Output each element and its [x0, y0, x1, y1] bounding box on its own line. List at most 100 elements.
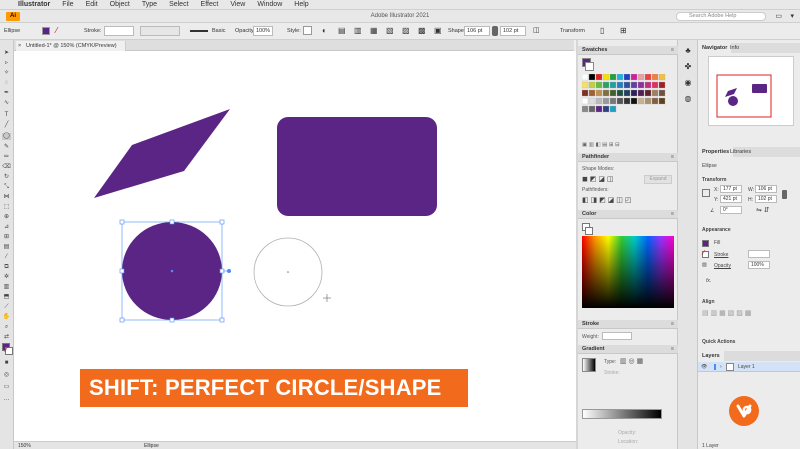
swatch-grid[interactable]: [582, 74, 674, 120]
curvature-tool-icon[interactable]: ∿: [2, 100, 11, 107]
fill-swatch[interactable]: [42, 27, 50, 35]
variable-width-field[interactable]: [140, 26, 180, 36]
magic-wand-tool-icon[interactable]: ✧: [2, 70, 11, 77]
live-shape-widget[interactable]: [227, 269, 231, 273]
close-icon[interactable]: ×: [18, 41, 21, 51]
panel-menu-icon[interactable]: ≡: [671, 153, 674, 162]
type-tool-icon[interactable]: T: [2, 112, 11, 119]
shape-builder-tool-icon[interactable]: ⊕: [2, 214, 11, 221]
swatch-active-stroke[interactable]: [585, 62, 594, 71]
appearance-stroke-label[interactable]: Stroke: [714, 252, 728, 258]
pencil-tool-icon[interactable]: ✏: [2, 154, 11, 161]
panel-menu-icon[interactable]: ≡: [671, 320, 674, 329]
draw-mode-icon[interactable]: ◎: [2, 372, 11, 379]
y-field[interactable]: 421 pt: [720, 195, 742, 203]
shape-width-field[interactable]: 106 pt: [464, 26, 490, 36]
pen-tool-icon[interactable]: ✒: [2, 90, 11, 97]
panel-menu-icon[interactable]: ≡: [671, 345, 674, 354]
zoom-level[interactable]: 150%: [18, 443, 31, 449]
menu-file[interactable]: File: [62, 1, 73, 8]
align-top-icon[interactable]: ▩: [418, 26, 426, 35]
flip-icons[interactable]: ⇋ ⇵: [756, 206, 770, 214]
color-mode-icon[interactable]: ■: [2, 360, 11, 367]
graphic-style-swatch[interactable]: [303, 26, 312, 35]
ellipse-tool-icon[interactable]: ◯: [2, 133, 11, 140]
opacity-field[interactable]: 100%: [253, 26, 273, 36]
blend-tool-icon[interactable]: ⧉: [2, 264, 11, 271]
shape-options-icon[interactable]: ◫: [533, 26, 540, 34]
stroke-weight-input[interactable]: [602, 332, 632, 340]
graphic-styles-icon[interactable]: ◉: [683, 78, 693, 88]
align-buttons[interactable]: ▤ ▥ ▦ ▧ ▨ ▩: [702, 309, 751, 317]
mesh-tool-icon[interactable]: ⊞: [2, 234, 11, 241]
workspace-icon[interactable]: ▭: [775, 12, 782, 20]
transform-link[interactable]: Transform: [560, 28, 585, 34]
angle-field[interactable]: 0°: [720, 206, 742, 214]
color-stroke-proxy[interactable]: [585, 227, 593, 235]
swatches-panel-header[interactable]: Swatches ≡: [578, 46, 678, 55]
scale-tool-icon[interactable]: ⤡: [2, 184, 11, 191]
align-icon[interactable]: ▤: [338, 26, 346, 35]
direct-selection-tool-icon[interactable]: ▹: [2, 60, 11, 67]
layer-expand-icon[interactable]: ›: [720, 364, 722, 370]
appearance-opacity-label[interactable]: Opacity: [714, 263, 731, 269]
arrange-icon[interactable]: ▾: [790, 12, 794, 20]
color-panel-header[interactable]: Color ≡: [578, 210, 678, 219]
constrain-proportions-icon[interactable]: [492, 26, 498, 36]
gradient-preview[interactable]: [582, 358, 596, 372]
layer-eye-icon[interactable]: 👁: [701, 364, 707, 370]
navigator-preview[interactable]: [708, 56, 794, 126]
stroke-none-icon[interactable]: ⁄: [56, 26, 57, 35]
lasso-tool-icon[interactable]: ◌: [2, 80, 11, 87]
menu-window[interactable]: Window: [257, 1, 282, 8]
tab-libraries[interactable]: Libraries: [726, 147, 755, 157]
panel-menu-icon[interactable]: ≡: [671, 210, 674, 219]
screen-mode-icon[interactable]: ▭: [2, 384, 11, 391]
layer-name[interactable]: Layer 1: [738, 364, 755, 370]
h-field[interactable]: 102 pt: [755, 195, 777, 203]
arrange-docs-icon[interactable]: ⊞: [620, 26, 627, 35]
paintbrush-tool-icon[interactable]: ✎: [2, 144, 11, 151]
pathfinder-buttons[interactable]: ◧ ◨ ◩ ◪ ◫ ◰: [582, 196, 631, 204]
isolate-icon[interactable]: ▯: [600, 26, 604, 35]
stroke-panel-header[interactable]: Stroke ≡: [578, 320, 678, 329]
menu-app-name[interactable]: Illustrator: [18, 1, 50, 8]
x-field[interactable]: 177 pt: [720, 185, 742, 193]
shape-height-field[interactable]: 102 pt: [500, 26, 526, 36]
artboard-tool-icon[interactable]: ⬒: [2, 294, 11, 301]
graph-tool-icon[interactable]: ▥: [2, 284, 11, 291]
align-center-icon[interactable]: ▦: [370, 26, 378, 35]
swatch-tools[interactable]: ▣ ▥ ◧ ▤ ⊞ ⊟: [582, 142, 620, 148]
gradient-slider[interactable]: [582, 409, 662, 419]
gradient-panel-header[interactable]: Gradient ≡: [578, 345, 678, 354]
align-right-icon[interactable]: ▨: [402, 26, 410, 35]
hand-tool-icon[interactable]: ✋: [2, 314, 11, 321]
slice-tool-icon[interactable]: ⟋: [2, 304, 11, 311]
brush-label[interactable]: Basic: [212, 28, 225, 34]
parallelogram-shape[interactable]: [94, 109, 230, 198]
tab-info[interactable]: Info: [726, 43, 743, 53]
expand-button[interactable]: Expand: [644, 175, 672, 184]
color-spectrum[interactable]: [582, 236, 674, 308]
menu-effect[interactable]: Effect: [201, 1, 219, 8]
selection-tool-icon[interactable]: ➤: [2, 50, 11, 57]
stroke-weight-field[interactable]: [104, 26, 134, 36]
w-field[interactable]: 106 pt: [755, 185, 777, 193]
menu-view[interactable]: View: [230, 1, 245, 8]
zoom-tool-icon[interactable]: ⌕: [2, 324, 11, 331]
distribute-icon[interactable]: ▥: [354, 26, 362, 35]
pathfinder-panel-header[interactable]: Pathfinder ≡: [578, 153, 678, 162]
menu-object[interactable]: Object: [110, 1, 130, 8]
menu-edit[interactable]: Edit: [86, 1, 98, 8]
swap-fill-stroke-icon[interactable]: ⇄: [2, 334, 11, 341]
panel-menu-icon[interactable]: ≡: [671, 46, 674, 55]
brushes-icon[interactable]: ✤: [683, 62, 693, 72]
constrain-width-height-icon[interactable]: [782, 190, 787, 199]
rounded-rectangle-shape[interactable]: [277, 117, 437, 216]
fx-button[interactable]: fx.: [706, 278, 711, 284]
symbol-sprayer-tool-icon[interactable]: ✲: [2, 274, 11, 281]
shape-mode-buttons[interactable]: ◼ ◩ ◪ ◫: [582, 175, 614, 183]
symbols-icon[interactable]: ♣: [683, 46, 693, 56]
gradient-tool-icon[interactable]: ▤: [2, 244, 11, 251]
appearance-fill-swatch[interactable]: [702, 240, 709, 247]
